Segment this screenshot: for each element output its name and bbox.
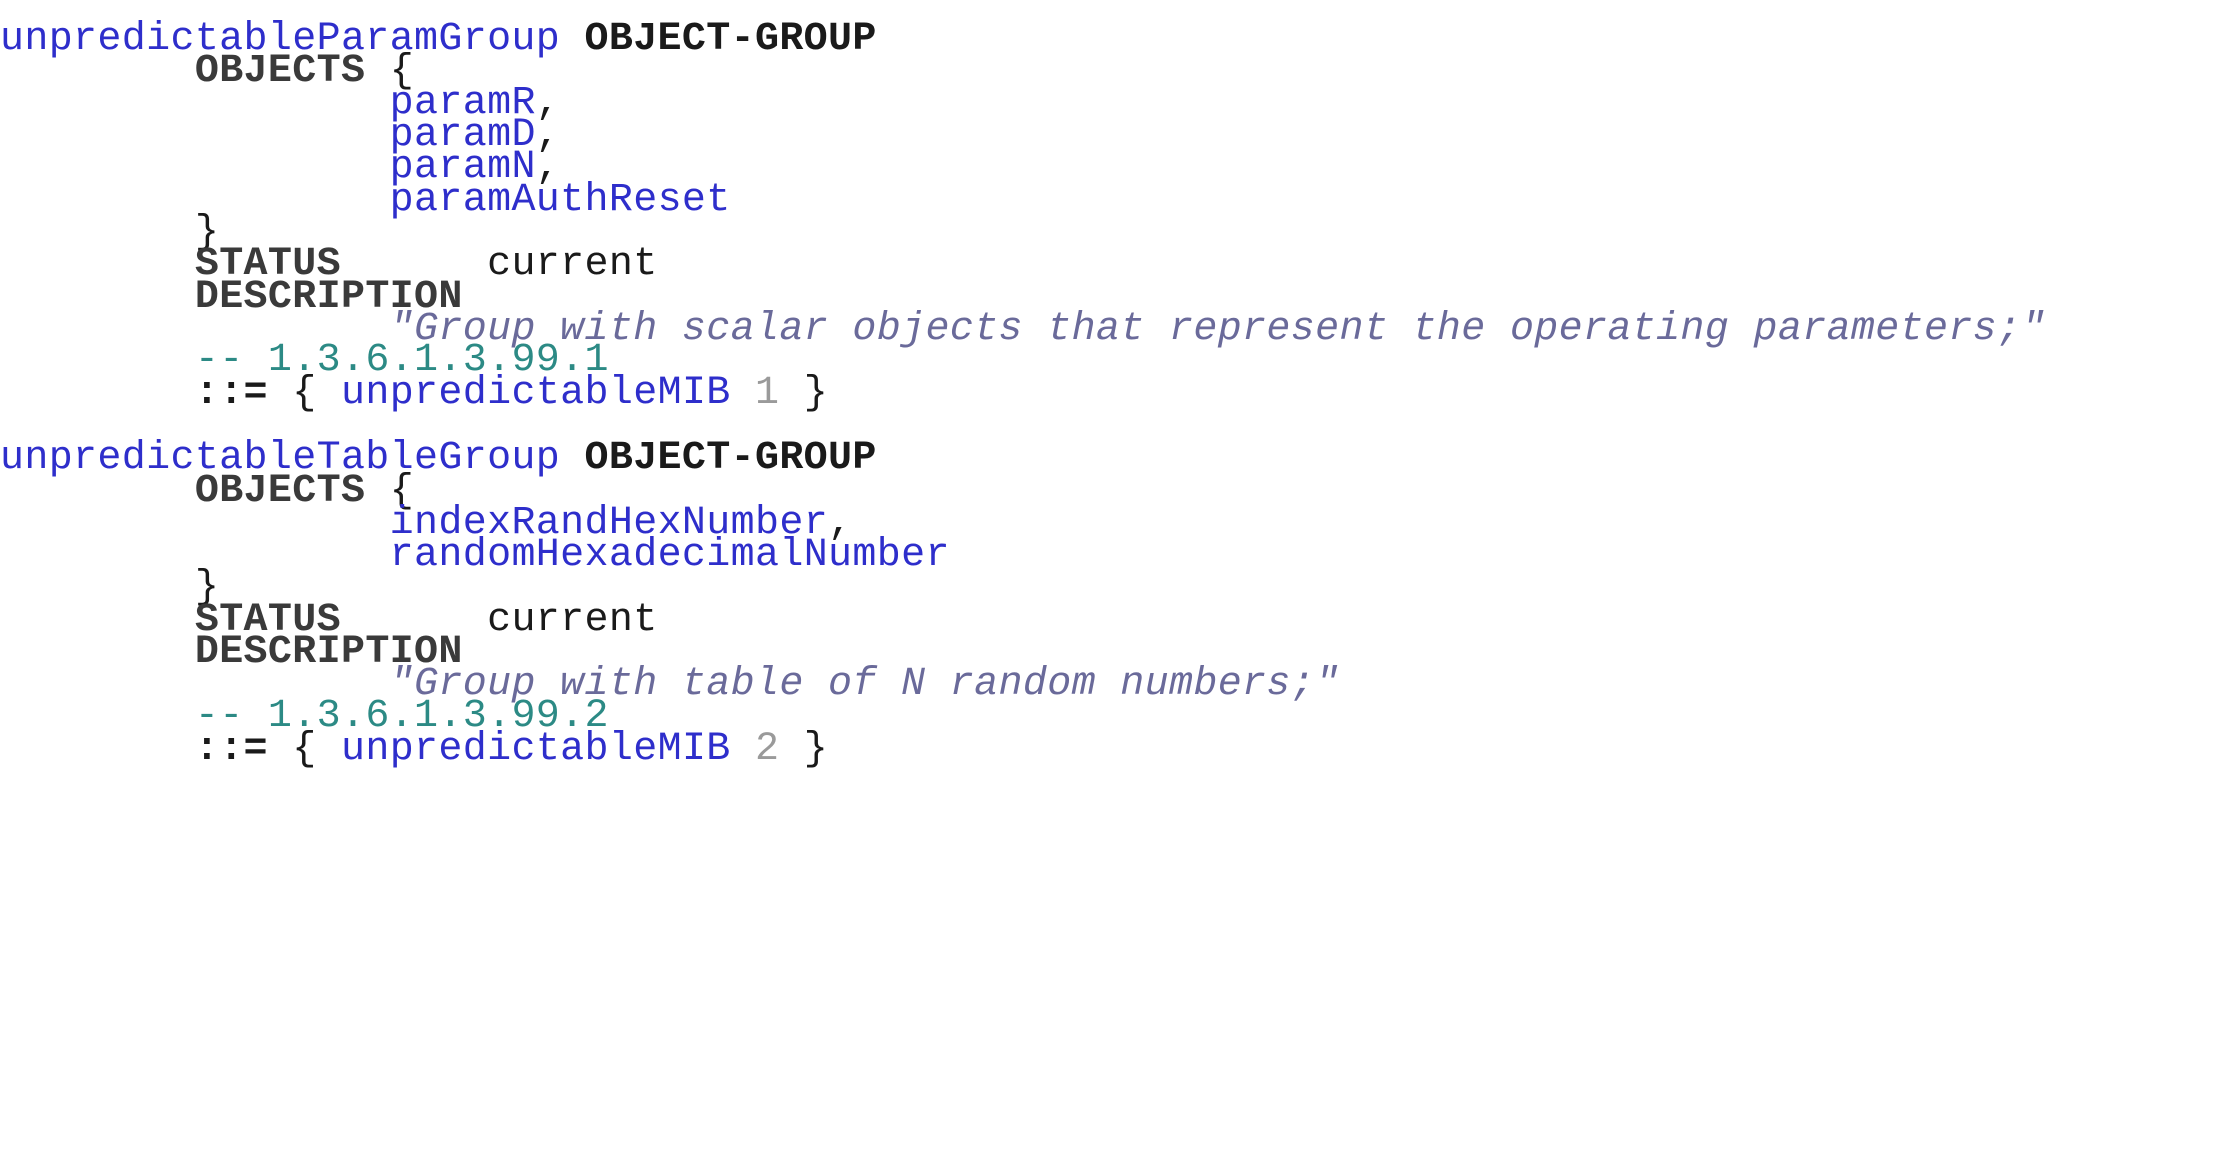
macro-keyword: OBJECT-GROUP [584, 436, 877, 481]
macro-keyword: OBJECT-GROUP [584, 17, 877, 62]
assign-operator: ::= [194, 371, 268, 416]
parent-name: unpredictableMIB [340, 727, 731, 772]
status-value: current [487, 598, 658, 643]
description-text: "Group with scalar objects that represen… [389, 307, 2046, 352]
object-name: paramAuthReset [389, 178, 731, 223]
sub-id: 1 [755, 371, 780, 416]
assign-operator: ::= [194, 727, 268, 772]
assignment-line: ::= { unpredictableMIB 1 } [194, 371, 829, 416]
sub-id: 2 [755, 727, 780, 772]
assignment-line: ::= { unpredictableMIB 2 } [194, 727, 829, 772]
parent-name: unpredictableMIB [340, 371, 731, 416]
status-value: current [487, 242, 658, 287]
object-name: randomHexadecimalNumber [389, 533, 950, 578]
